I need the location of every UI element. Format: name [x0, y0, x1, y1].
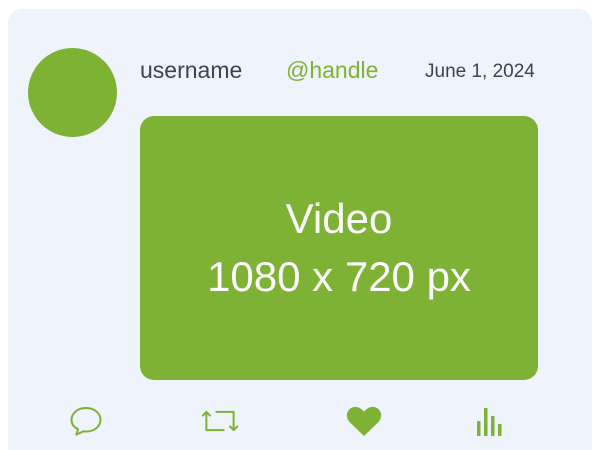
post-date[interactable]: June 1, 2024 — [425, 61, 535, 83]
stats-button[interactable] — [470, 401, 510, 441]
video-placeholder[interactable]: Video 1080 x 720 px — [140, 116, 538, 380]
user-handle[interactable]: @handle — [286, 57, 378, 84]
like-button[interactable] — [344, 401, 384, 441]
avatar[interactable] — [28, 48, 117, 137]
video-dimensions: 1080 x 720 px — [207, 253, 471, 300]
username[interactable]: username — [140, 57, 242, 84]
repost-button[interactable] — [200, 401, 240, 441]
speech-bubble-icon — [70, 407, 102, 436]
video-label: Video — [285, 195, 393, 242]
bar-chart-icon — [477, 408, 502, 436]
repost-arrows-icon — [201, 410, 239, 432]
heart-icon — [346, 406, 382, 436]
action-bar — [8, 397, 592, 443]
post-card: username @handle June 1, 2024 Video 1080… — [8, 9, 592, 450]
reply-button[interactable] — [66, 401, 106, 441]
